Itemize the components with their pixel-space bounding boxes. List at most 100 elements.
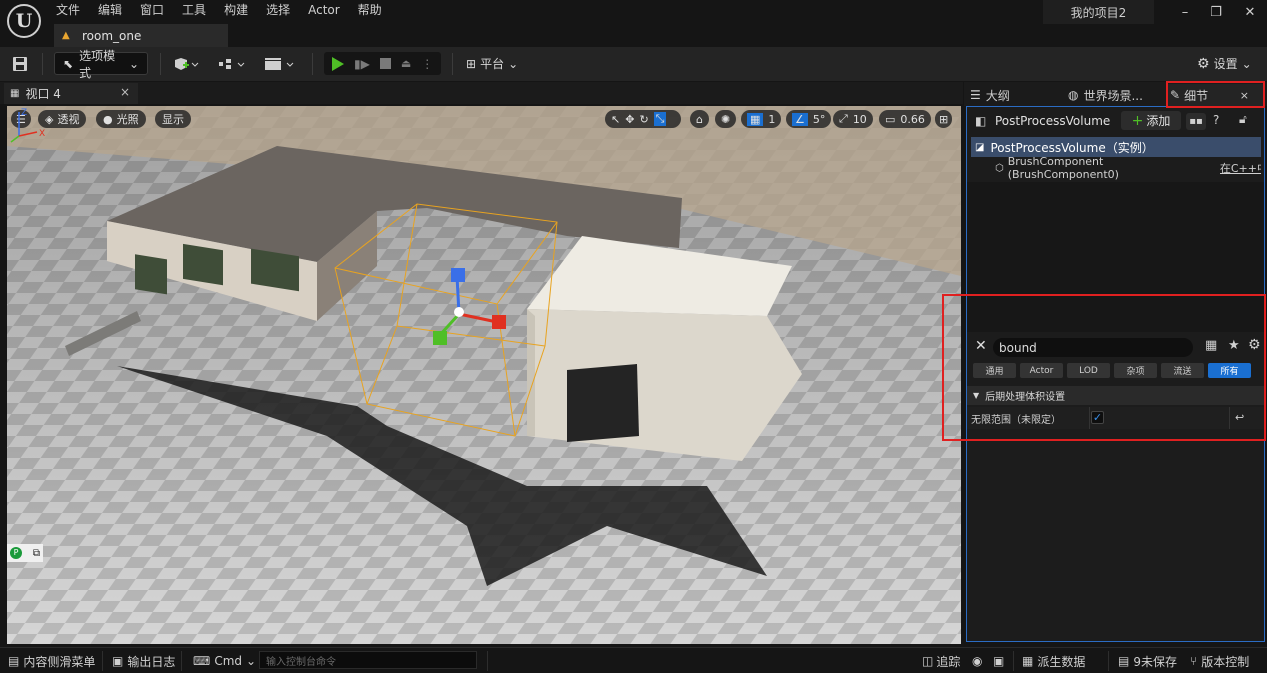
category-post-process[interactable]: ▼ 后期处理体积设置: [967, 386, 1264, 405]
blueprint-icon[interactable]: [218, 52, 248, 75]
surface-snap-icon[interactable]: ⌂: [690, 110, 709, 128]
cursor-icon: ⬉: [63, 56, 74, 71]
lighting-button[interactable]: ● 光照: [96, 110, 146, 128]
tab-world-settings[interactable]: ◍ 世界场景...: [1068, 84, 1164, 106]
settings-button[interactable]: ⚙ 设置 ⌄: [1197, 52, 1252, 75]
record-icon[interactable]: ◉: [972, 652, 982, 670]
rotation-snap-button[interactable]: ∠ 5°: [786, 110, 832, 128]
content-drawer-button[interactable]: ▤ 内容侧滑菜单: [8, 652, 95, 670]
scale-tool-icon[interactable]: ⤡: [653, 112, 667, 126]
viewport-layout-icon[interactable]: ⊞: [935, 110, 953, 128]
globe-icon: ◍: [1068, 88, 1079, 102]
details-search-input[interactable]: bound: [993, 338, 1193, 357]
trace-button[interactable]: ◫ 追踪: [922, 652, 960, 670]
trace-icon: ◫: [922, 654, 934, 668]
close-icon[interactable]: ×: [120, 85, 130, 99]
derived-data-button[interactable]: ▦ 派生数据: [1022, 652, 1085, 670]
search-value: bound: [999, 340, 1037, 355]
camera-speed-button[interactable]: ▭ 0.66: [879, 110, 931, 128]
save-icon[interactable]: [12, 52, 28, 75]
show-label: 显示: [162, 113, 184, 126]
close-icon[interactable]: ✕: [1240, 4, 1260, 22]
eject-icon[interactable]: ⏏: [401, 57, 411, 70]
output-log-button[interactable]: ▣ 输出日志: [112, 652, 175, 670]
menu-select[interactable]: 选择: [266, 2, 299, 18]
clear-search-icon[interactable]: ✕: [975, 338, 987, 354]
scene-render: [7, 106, 961, 644]
menu-edit[interactable]: 编辑: [98, 2, 131, 18]
screenshot-icon[interactable]: ▣: [993, 652, 1004, 670]
filter-lod[interactable]: LOD: [1067, 363, 1110, 378]
viewport-tab-bar: ▦ 视口 4 ×: [0, 82, 963, 104]
restore-icon[interactable]: ❐: [1206, 4, 1226, 22]
plugin-badge[interactable]: P ⧉: [7, 544, 43, 562]
details-header: ◧ PostProcessVolume + 添加 ▪▪ ? 🔓︎: [967, 107, 1264, 136]
close-icon[interactable]: ×: [1240, 89, 1249, 102]
level-tab[interactable]: ▲ room_one: [54, 24, 228, 47]
console-placeholder: 输入控制台命令: [266, 656, 336, 668]
cpp-link[interactable]: 在C++中: [1220, 160, 1261, 176]
rotate-tool-icon[interactable]: ↻: [639, 113, 648, 126]
platforms-button[interactable]: ⊞ 平台 ⌄: [466, 52, 518, 75]
play-controls: ▮▶ ⏏ ⋮: [324, 52, 441, 75]
filter-actor[interactable]: Actor: [1020, 363, 1063, 378]
menu-file[interactable]: 文件: [56, 2, 89, 18]
blueprint-convert-icon[interactable]: ▪▪: [1186, 113, 1206, 130]
menu-window[interactable]: 窗口: [140, 2, 173, 18]
tree-row-child[interactable]: ⬡ BrushComponent (BrushComponent0) 在C++中: [971, 155, 1261, 181]
menu-help[interactable]: 帮助: [358, 2, 391, 18]
lock-icon[interactable]: 🔓︎: [1239, 112, 1247, 127]
show-button[interactable]: 显示: [155, 110, 191, 128]
play-icon[interactable]: [332, 56, 344, 71]
cinematics-icon[interactable]: [264, 52, 296, 75]
console-command-input[interactable]: 输入控制台命令: [259, 651, 477, 669]
tab-details-label: 细节: [1184, 88, 1209, 103]
tree-row-root[interactable]: ◪ PostProcessVolume（实例）: [971, 137, 1261, 157]
chevron-down-icon: ⌄: [128, 56, 139, 71]
grid-snap-button[interactable]: ▦ 1: [741, 110, 782, 128]
tree-root-label: PostProcessVolume（实例）: [990, 140, 1154, 155]
add-actor-icon[interactable]: [173, 52, 199, 75]
unbound-checkbox[interactable]: ✓: [1091, 411, 1104, 424]
cmd-dropdown[interactable]: ⌨ Cmd ⌄: [193, 652, 256, 670]
scale-snap-button[interactable]: ⤢ 10: [833, 110, 873, 128]
unsaved-button[interactable]: ▤ 9未保存: [1118, 652, 1177, 670]
select-tool-icon[interactable]: ↖: [611, 113, 620, 126]
filter-all[interactable]: 所有: [1208, 363, 1251, 378]
property-label: 无限范围（未限定）: [971, 414, 1061, 426]
viewport-tab[interactable]: ▦ 视口 4 ×: [4, 83, 138, 104]
menu-build[interactable]: 构建: [224, 2, 257, 18]
gear-icon[interactable]: ⚙: [1248, 337, 1261, 353]
rotation-snap-value: 5°: [812, 112, 826, 126]
minimize-icon[interactable]: –: [1175, 4, 1195, 22]
reset-icon[interactable]: ↩: [1235, 411, 1244, 424]
add-component-button[interactable]: + 添加: [1121, 111, 1181, 130]
help-icon[interactable]: ?: [1213, 113, 1219, 127]
move-tool-icon[interactable]: ✥: [625, 113, 634, 126]
table-view-icon[interactable]: ▦: [1205, 338, 1217, 353]
details-empty-area: [967, 182, 1264, 332]
menu-actor[interactable]: Actor: [308, 2, 349, 18]
selection-mode-dropdown[interactable]: ⬉ 选项模式 ⌄: [54, 49, 148, 80]
world-local-icon[interactable]: ✺: [715, 110, 737, 128]
filter-misc[interactable]: 杂项: [1114, 363, 1157, 378]
list-icon: ☰: [970, 88, 981, 102]
star-icon[interactable]: ★: [1228, 338, 1240, 353]
stop-icon[interactable]: [379, 58, 391, 69]
advance-frame-icon[interactable]: ▮▶: [354, 57, 370, 71]
source-control-button[interactable]: ⑂ 版本控制: [1190, 652, 1249, 670]
filter-general[interactable]: 通用: [973, 363, 1016, 378]
actor-name: PostProcessVolume: [995, 114, 1111, 128]
camera-speed-value: 0.66: [900, 112, 925, 126]
level-viewport[interactable]: ☰ ◈ 透视 ● 光照 显示 ↖ ✥ ↻ ⤡ ⌂ ✺ ▦ 1 ∠ 5° ⤢ 10…: [7, 106, 961, 644]
more-options-icon[interactable]: ⋮: [421, 57, 433, 71]
scale-snap-icon: ⤢: [839, 112, 848, 125]
console-icon: ⌨: [193, 654, 211, 668]
tab-details[interactable]: ✎ 细节 ×: [1166, 84, 1263, 106]
level-tab-label: room_one: [82, 28, 142, 43]
filter-streaming[interactable]: 流送: [1161, 363, 1204, 378]
lighting-icon: ●: [103, 112, 113, 126]
tab-outliner[interactable]: ☰ 大纲: [970, 84, 1060, 106]
unreal-logo-icon[interactable]: U: [7, 4, 41, 38]
menu-tools[interactable]: 工具: [182, 2, 215, 18]
